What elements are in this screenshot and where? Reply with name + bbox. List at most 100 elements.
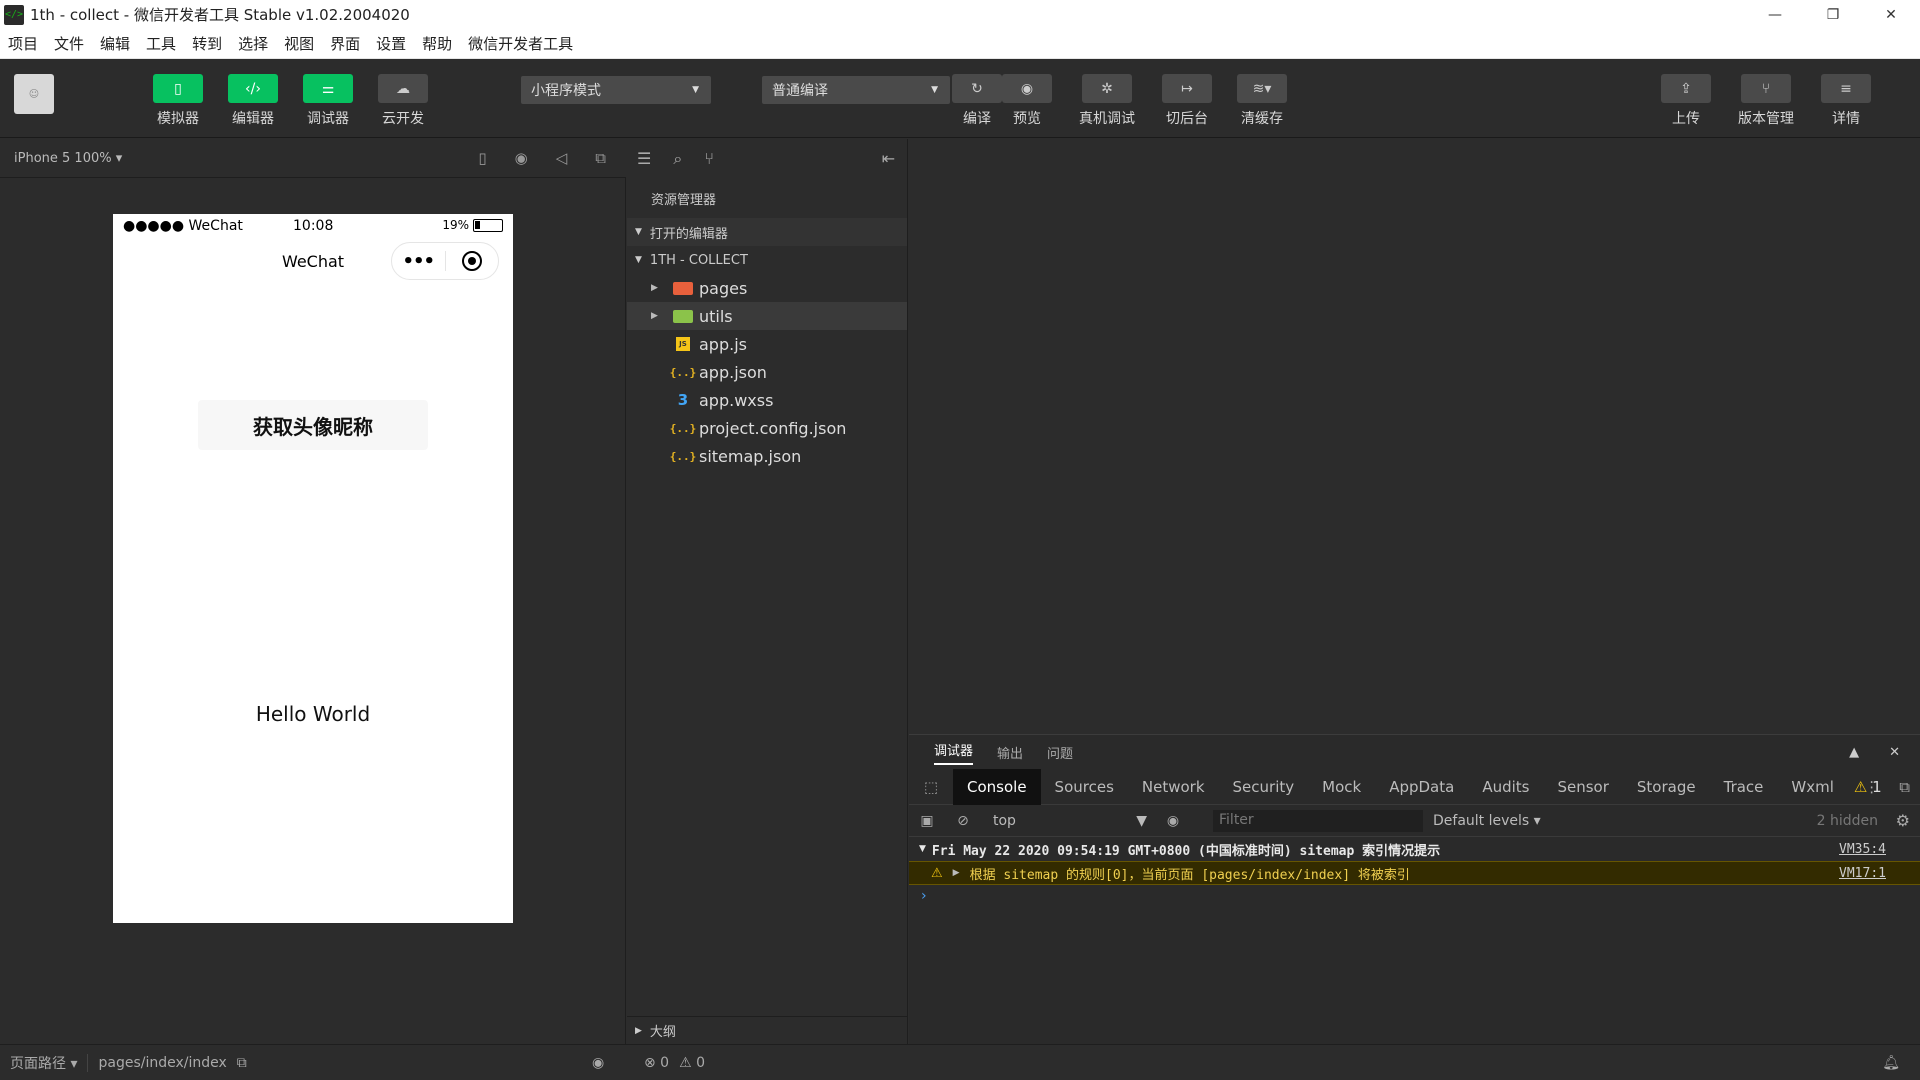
tab-wxml[interactable]: Wxml — [1777, 769, 1848, 805]
clear-console-icon[interactable]: ⊘ — [945, 813, 981, 829]
menu-interface[interactable]: 界面 — [322, 33, 368, 54]
devtools-controls: ⋮ ⧉ — [1864, 778, 1910, 796]
menu-tools[interactable]: 工具 — [138, 33, 184, 54]
log-source-link[interactable]: VM35:4 — [1839, 842, 1886, 857]
filter-input[interactable]: Filter — [1213, 809, 1423, 832]
undock-icon[interactable]: ⧉ — [1899, 778, 1910, 796]
chevron-down-icon: ▼ — [692, 85, 699, 95]
title-bar: </> 1th - collect - 微信开发者工具 Stable v1.02… — [0, 0, 1920, 29]
preview-button[interactable]: ◉ 预览 — [1001, 74, 1053, 128]
close-button[interactable]: ✕ — [1862, 0, 1920, 29]
menu-help[interactable]: 帮助 — [414, 33, 460, 54]
device-select[interactable]: iPhone 5 100% ▾ — [14, 151, 122, 166]
console-log-group[interactable]: ▼ Fri May 22 2020 09:54:19 GMT+0800 (中国标… — [909, 837, 1920, 861]
clear-cache-button[interactable]: ≋▾ 清缓存 — [1236, 74, 1288, 128]
tree-item-project-config[interactable]: {..} project.config.json — [627, 414, 907, 442]
tab-trace[interactable]: Trace — [1710, 769, 1778, 805]
console-warning[interactable]: ⚠ ▶ 根据 sitemap 的规则[0]，当前页面 [pages/index/… — [909, 861, 1920, 885]
gear-icon[interactable]: ⚙ — [1896, 811, 1910, 830]
menu-wechat-devtools[interactable]: 微信开发者工具 — [460, 33, 581, 54]
phone-icon[interactable]: ▯ — [478, 149, 486, 167]
tree-item-sitemap[interactable]: {..} sitemap.json — [627, 442, 907, 470]
menu-view[interactable]: 视图 — [276, 33, 322, 54]
sidebar-toggle-icon[interactable]: ▣ — [909, 813, 945, 829]
console-prompt[interactable]: › — [909, 885, 1920, 907]
log-levels-select[interactable]: Default levels ▾ — [1433, 813, 1541, 829]
tab-security[interactable]: Security — [1219, 769, 1309, 805]
menu-goto[interactable]: 转到 — [184, 33, 230, 54]
background-button[interactable]: ↦ 切后台 — [1161, 74, 1213, 128]
menu-select[interactable]: 选择 — [230, 33, 276, 54]
menu-project[interactable]: 项目 — [0, 33, 46, 54]
tab-sources[interactable]: Sources — [1041, 769, 1128, 805]
cloud-button[interactable]: ☁ 云开发 — [377, 74, 429, 128]
details-label: 详情 — [1832, 111, 1860, 127]
tab-audits[interactable]: Audits — [1468, 769, 1543, 805]
get-profile-button[interactable]: 获取头像昵称 — [198, 400, 428, 450]
warning-icon: ⚠ — [931, 865, 943, 881]
upload-button[interactable]: ⇪ 上传 — [1660, 74, 1712, 128]
tab-network[interactable]: Network — [1128, 769, 1219, 805]
context-select[interactable]: top ▼ — [985, 813, 1155, 829]
warning-source-link[interactable]: VM17:1 — [1839, 866, 1886, 881]
copy-icon[interactable]: ⧉ — [237, 1055, 247, 1071]
volume-icon[interactable]: ◁ — [556, 149, 568, 167]
bell-icon[interactable]: 🔔︎ — [1882, 1055, 1900, 1071]
compile-mode-select[interactable]: 普通编译 ▼ — [762, 76, 950, 104]
tree-item-pages[interactable]: ▶ pages — [627, 274, 907, 302]
mode-select[interactable]: 小程序模式 ▼ — [521, 76, 711, 104]
menu-settings[interactable]: 设置 — [368, 33, 414, 54]
eye-icon[interactable]: ◉ — [592, 1055, 604, 1071]
editor-button[interactable]: ‹/› 编辑器 — [227, 74, 279, 128]
tab-debugger[interactable]: 调试器 — [934, 740, 974, 765]
user-avatar[interactable]: ☺ — [14, 74, 54, 114]
tree-item-app-js[interactable]: JS app.js — [627, 330, 907, 358]
real-device-debug-button[interactable]: ✲ 真机调试 — [1079, 74, 1135, 128]
list-icon[interactable]: ☰ — [637, 149, 651, 168]
version-button[interactable]: ⑂ 版本管理 — [1738, 74, 1794, 128]
popout-icon[interactable]: ⧉ — [595, 149, 606, 167]
simulator-button[interactable]: ▯ 模拟器 — [152, 74, 204, 128]
search-icon[interactable]: ⌕ — [673, 149, 682, 169]
close-miniprogram-button[interactable] — [445, 251, 498, 271]
inspect-element-icon[interactable]: ⬚ — [909, 778, 953, 796]
tree-item-utils[interactable]: ▶ utils — [627, 302, 907, 330]
bug-icon: ✲ — [1082, 74, 1132, 103]
maximize-button[interactable]: ❐ — [1804, 0, 1862, 29]
project-section[interactable]: ▼ 1TH - COLLECT — [627, 246, 907, 274]
git-branch-icon[interactable]: ⑂ — [704, 149, 714, 168]
tab-sensor[interactable]: Sensor — [1543, 769, 1622, 805]
tab-output[interactable]: 输出 — [997, 743, 1023, 762]
simulator-panel: ●●●●● WeChat 10:08 19% WeChat ••• 获取头像昵称… — [0, 178, 626, 1044]
tab-console[interactable]: Console — [953, 768, 1041, 805]
folder-icon — [673, 309, 693, 323]
tree-item-app-wxss[interactable]: 3 app.wxss — [627, 386, 907, 414]
close-panel-icon[interactable]: ✕ — [1889, 745, 1900, 760]
tree-item-app-json[interactable]: {..} app.json — [627, 358, 907, 386]
tab-storage[interactable]: Storage — [1623, 769, 1710, 805]
more-icon[interactable]: ••• — [392, 251, 445, 272]
open-editors-section[interactable]: ▼ 打开的编辑器 — [627, 218, 907, 246]
minimize-button[interactable]: — — [1746, 0, 1804, 29]
collapse-panel-icon[interactable]: ⇤ — [882, 149, 895, 168]
problem-counters[interactable]: ⊗ 0 ⚠ 0 — [644, 1055, 705, 1071]
status-time: 10:08 — [293, 218, 334, 234]
page-path-select[interactable]: 页面路径 ▾ — [10, 1053, 77, 1073]
record-icon[interactable]: ◉ — [515, 149, 528, 167]
preview-label: 预览 — [1013, 111, 1041, 127]
kebab-menu-icon[interactable]: ⋮ — [1864, 778, 1879, 796]
editor-area[interactable] — [909, 139, 1920, 733]
debugger-button[interactable]: ⚌ 调试器 — [302, 74, 354, 128]
maximize-panel-icon[interactable]: ▲ — [1849, 745, 1859, 760]
menu-edit[interactable]: 编辑 — [92, 33, 138, 54]
menu-icon: ≡ — [1821, 74, 1871, 103]
eye-icon[interactable]: ◉ — [1155, 813, 1191, 829]
outline-section[interactable]: ▶ 大纲 — [627, 1016, 908, 1044]
tab-problems[interactable]: 问题 — [1047, 743, 1073, 762]
compile-button[interactable]: ↻ 编译 — [951, 74, 1003, 128]
tab-appdata[interactable]: AppData — [1375, 769, 1468, 805]
menu-file[interactable]: 文件 — [46, 33, 92, 54]
details-button[interactable]: ≡ 详情 — [1820, 74, 1872, 128]
layers-icon: ≋▾ — [1237, 74, 1287, 103]
tab-mock[interactable]: Mock — [1308, 769, 1375, 805]
